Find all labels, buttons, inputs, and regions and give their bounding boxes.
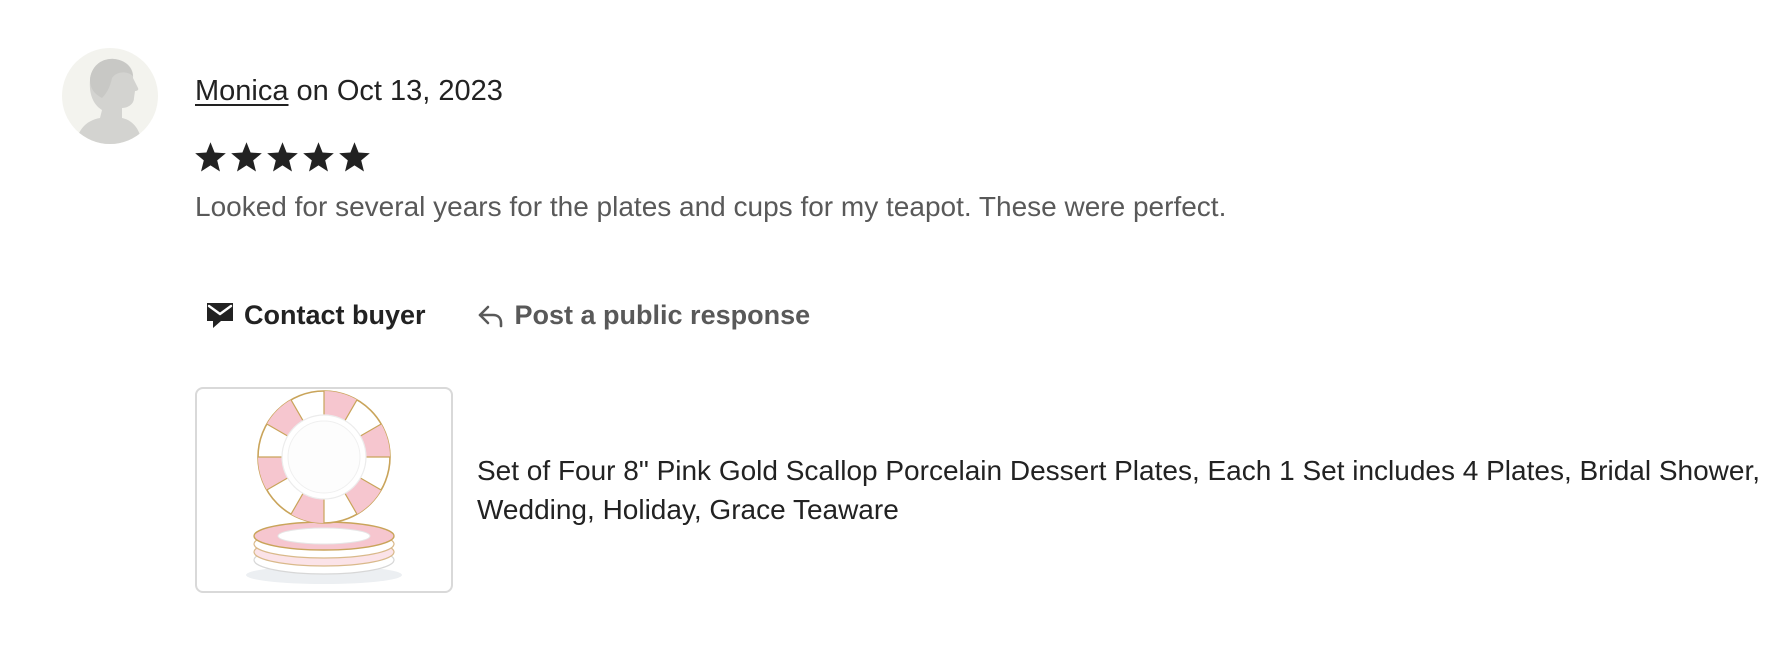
review-text: Looked for several years for the plates … xyxy=(195,191,1227,222)
star-rating xyxy=(193,140,372,175)
plates-image xyxy=(246,390,402,584)
star-icon xyxy=(337,140,372,175)
star-icon xyxy=(229,140,264,175)
reviewer-name-link[interactable]: Monica xyxy=(195,75,289,107)
review-date: on Oct 13, 2023 xyxy=(288,75,503,107)
review-header: Monica on Oct 13, 2023 xyxy=(195,72,503,110)
contact-buyer-button[interactable]: Contact buyer xyxy=(205,300,426,331)
reply-arrow-icon xyxy=(476,300,506,330)
post-public-response-label: Post a public response xyxy=(514,299,811,330)
star-icon xyxy=(265,140,300,175)
envelope-chat-icon xyxy=(205,300,235,330)
default-person-avatar-icon xyxy=(76,58,142,144)
review-actions: Contact buyer Post a public response xyxy=(205,295,810,335)
product-title-link[interactable]: Set of Four 8" Pink Gold Scallop Porcela… xyxy=(477,451,1768,529)
post-public-response-button[interactable]: Post a public response xyxy=(476,299,811,331)
reviewed-product: Set of Four 8" Pink Gold Scallop Porcela… xyxy=(195,387,1768,593)
star-icon xyxy=(193,140,228,175)
star-icon xyxy=(301,140,336,175)
product-thumbnail[interactable] xyxy=(195,387,453,593)
contact-buyer-label: Contact buyer xyxy=(244,299,426,330)
reviewer-avatar xyxy=(62,48,158,144)
